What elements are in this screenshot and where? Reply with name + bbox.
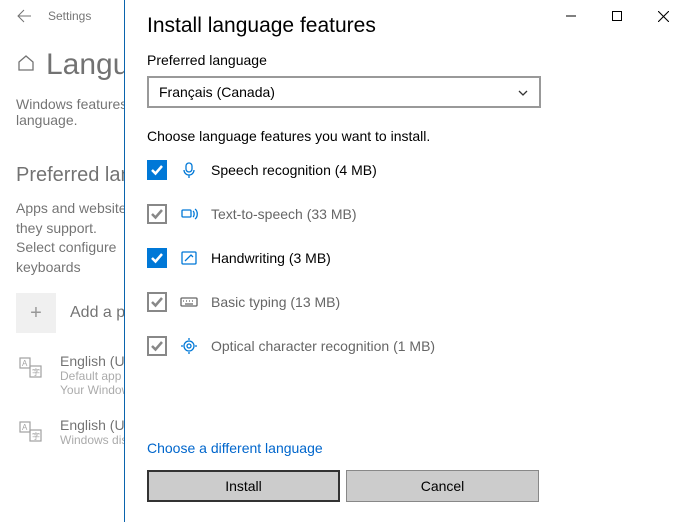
checkbox-speech[interactable]: [147, 160, 167, 180]
feature-label: Optical character recognition (1 MB): [211, 338, 435, 354]
ocr-icon: [179, 337, 199, 355]
selected-language: Français (Canada): [159, 84, 275, 100]
preferred-language-label: Preferred language: [147, 52, 658, 68]
maximize-button[interactable]: [594, 0, 640, 32]
keyboard-icon: [179, 293, 199, 311]
instructions: Choose language features you want to ins…: [147, 128, 658, 144]
subtext: Windows features language.: [16, 96, 136, 128]
svg-text:A: A: [22, 423, 28, 432]
feature-label: Speech recognition (4 MB): [211, 162, 377, 178]
feature-handwriting[interactable]: Handwriting (3 MB): [147, 248, 658, 268]
choose-different-language-link[interactable]: Choose a different language: [147, 440, 658, 456]
minimize-button[interactable]: [548, 0, 594, 32]
chevron-down-icon: [517, 86, 529, 98]
svg-text:字: 字: [32, 367, 40, 377]
feature-label: Basic typing (13 MB): [211, 294, 340, 310]
feature-label: Text-to-speech (33 MB): [211, 206, 357, 222]
checkbox-basic-typing[interactable]: [147, 292, 167, 312]
checkbox-tts[interactable]: [147, 204, 167, 224]
feature-basic-typing[interactable]: Basic typing (13 MB): [147, 292, 658, 312]
feature-label: Handwriting (3 MB): [211, 250, 331, 266]
install-button[interactable]: Install: [147, 470, 340, 502]
cancel-button[interactable]: Cancel: [346, 470, 539, 502]
checkbox-handwriting[interactable]: [147, 248, 167, 268]
feature-text-to-speech[interactable]: Text-to-speech (33 MB): [147, 204, 658, 224]
plus-icon: +: [16, 293, 56, 333]
home-icon: [16, 53, 36, 78]
language-icon: A字: [16, 353, 46, 383]
feature-ocr[interactable]: Optical character recognition (1 MB): [147, 336, 658, 356]
feature-speech-recognition[interactable]: Speech recognition (4 MB): [147, 160, 658, 180]
checkbox-ocr[interactable]: [147, 336, 167, 356]
microphone-icon: [179, 161, 199, 179]
svg-text:字: 字: [32, 431, 40, 441]
language-icon: A字: [16, 417, 46, 447]
window-title: Settings: [48, 9, 91, 23]
handwriting-icon: [179, 249, 199, 267]
language-dropdown[interactable]: Français (Canada): [147, 76, 541, 108]
close-button[interactable]: [640, 0, 686, 32]
apps-text: Apps and websites they support. Select c…: [16, 199, 136, 277]
back-button[interactable]: [0, 8, 48, 24]
svg-text:A: A: [22, 359, 28, 368]
speaker-icon: [179, 205, 199, 223]
